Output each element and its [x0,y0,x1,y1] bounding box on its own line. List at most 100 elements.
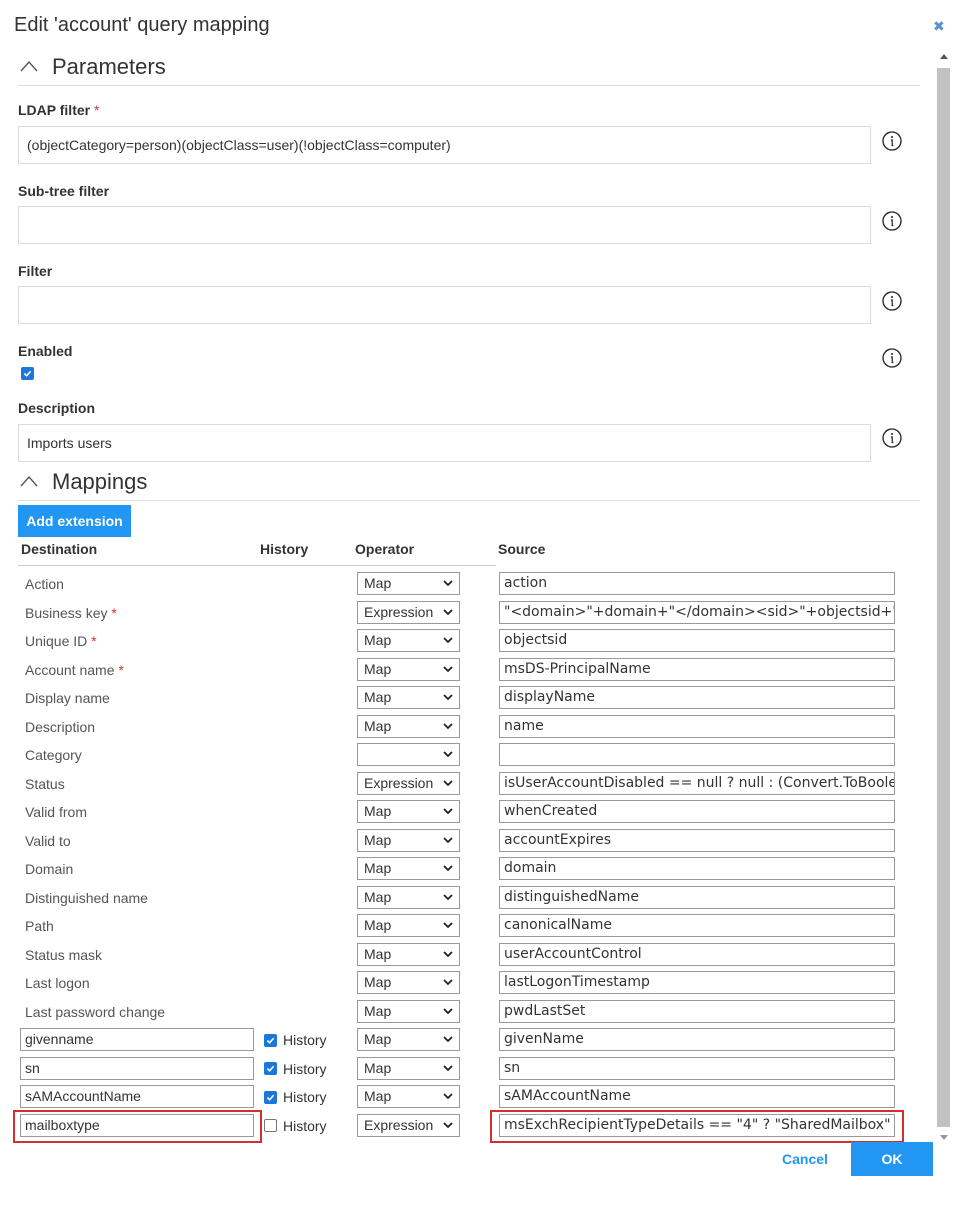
check-icon [266,1065,275,1072]
ldap-filter-label: LDAP filter * [18,102,100,118]
destination-label: Distinguished name [25,889,148,906]
chevron-down-icon [443,608,453,615]
chevron-down-icon [443,1064,453,1071]
destination-input[interactable]: sAMAccountName [20,1085,254,1108]
source-input[interactable]: displayName [499,686,895,709]
history-checkbox[interactable] [264,1033,277,1047]
operator-select[interactable]: Map [357,1028,460,1051]
operator-select[interactable]: Map [357,572,460,595]
source-input[interactable]: lastLogonTimestamp [499,971,895,994]
source-input[interactable]: userAccountControl [499,942,895,966]
highlight-box-destination [13,1109,262,1143]
source-input[interactable] [499,743,895,766]
destination-input[interactable]: sn [20,1056,254,1080]
add-extension-button[interactable]: Add extension [18,505,131,537]
dialog-title: Edit 'account' query mapping [14,14,270,36]
operator-select[interactable]: Map [357,629,460,652]
source-input[interactable]: domain [499,857,895,880]
chevron-down-icon [443,979,453,986]
operator-select[interactable]: Map [357,999,460,1023]
history-toggle[interactable]: History [264,1061,327,1077]
chevron-up-icon [20,60,38,71]
operator-select[interactable]: Map [357,885,460,909]
table-row: Status mask Map userAccountControl [0,941,954,969]
enabled-label: Enabled [18,343,73,359]
source-input[interactable]: givenName [499,1028,895,1051]
subtree-filter-label: Sub-tree filter [18,183,110,199]
history-toggle[interactable]: History [264,1032,327,1048]
source-input[interactable]: isUserAccountDisabled == null ? null : (… [499,771,895,795]
source-input[interactable]: accountExpires [499,828,895,852]
ok-button[interactable]: OK [851,1142,933,1176]
mappings-section-header[interactable]: Mappings [18,463,920,501]
chevron-down-icon [443,694,453,701]
history-checkbox[interactable] [264,1119,277,1132]
destination-label: Description [25,718,96,735]
destination-label: Valid from [25,804,87,820]
header-divider [18,565,496,566]
dialog-body: Parameters LDAP filter * (objectCategory… [0,48,954,1144]
source-column-header: Source [498,541,546,557]
history-toggle[interactable]: History [264,1089,327,1105]
info-icon[interactable] [881,210,903,232]
destination-label: Valid to [25,832,71,849]
chevron-down-icon [443,893,453,900]
operator-select[interactable]: Map [357,857,460,880]
operator-select[interactable]: Map [357,1056,460,1080]
operator-select[interactable]: Map [357,971,460,994]
table-row: Status Expression isUserAccountDisabled ==… [0,770,954,798]
enabled-checkbox[interactable] [21,367,34,380]
operator-select[interactable]: Expression [357,600,460,624]
check-icon [23,370,32,377]
source-input[interactable]: sn [499,1056,895,1080]
operator-select[interactable]: Map [357,657,460,681]
source-input[interactable]: msDS-PrincipalName [499,657,895,681]
source-input[interactable]: "<domain>"+domain+"</domain><sid>"+objec… [499,600,895,624]
operator-select[interactable] [357,743,460,766]
operator-select[interactable]: Map [357,686,460,709]
destination-label: Status mask [25,946,103,963]
info-icon[interactable] [881,427,903,449]
scrollbar-thumb[interactable] [937,68,950,1127]
source-input[interactable]: canonicalName [499,914,895,937]
source-input[interactable]: distinguishedName [499,885,895,909]
info-icon[interactable] [881,130,903,152]
filter-input[interactable] [18,286,871,324]
destination-label: Unique ID * [25,633,97,649]
info-icon[interactable] [881,290,903,312]
source-input[interactable]: pwdLastSet [499,999,895,1023]
parameters-section-header[interactable]: Parameters [18,48,920,86]
operator-select[interactable]: Map [357,714,460,738]
source-input[interactable]: sAMAccountName [499,1085,895,1108]
close-icon[interactable]: ✖ [933,18,945,35]
subtree-filter-input[interactable] [18,206,871,244]
source-input[interactable]: name [499,714,895,738]
info-icon[interactable] [881,347,903,369]
chevron-down-icon [443,779,453,786]
description-input[interactable]: Imports users [18,424,871,462]
history-toggle[interactable]: History [264,1118,327,1134]
destination-label: Business key * [25,604,117,621]
operator-select[interactable]: Map [357,828,460,852]
operator-select[interactable]: Map [357,914,460,937]
source-input[interactable]: objectsid [499,629,895,652]
scroll-up-arrow-icon[interactable] [940,54,948,59]
operator-select[interactable]: Map [357,800,460,823]
operator-select[interactable]: Expression [357,1113,460,1137]
cancel-button[interactable]: Cancel [772,1142,838,1176]
chevron-down-icon [443,950,453,957]
history-checkbox[interactable] [264,1090,277,1104]
destination-label: Account name * [25,661,124,678]
source-input[interactable]: action [499,572,895,595]
destination-label: Path [25,918,54,934]
source-input[interactable]: whenCreated [499,800,895,823]
operator-select[interactable]: Map [357,942,460,966]
chevron-down-icon [443,865,453,872]
scroll-down-arrow-icon[interactable] [940,1135,948,1140]
operator-select[interactable]: Expression [357,771,460,795]
history-checkbox[interactable] [264,1062,277,1075]
ldap-filter-input[interactable]: (objectCategory=person)(objectClass=user… [18,126,871,164]
operator-select[interactable]: Map [357,1085,460,1108]
description-label: Description [18,400,96,416]
destination-input[interactable]: givenname [20,1028,254,1051]
